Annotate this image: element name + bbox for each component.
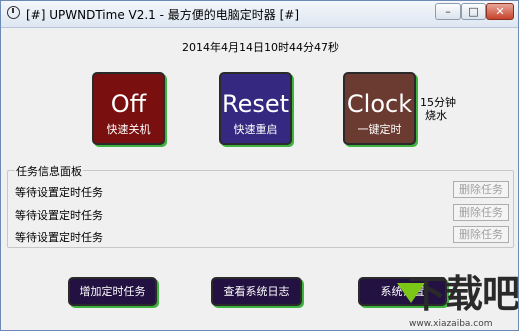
restart-sublabel: 快速重启 xyxy=(233,123,278,136)
quick-timer-sublabel: 一键定时 xyxy=(357,123,402,136)
minimize-button[interactable]: – xyxy=(435,3,461,20)
task-panel-title: 任务信息面板 xyxy=(15,163,83,179)
quick-timer-note: 15分钟 烧水 xyxy=(420,96,456,122)
restart-label: Reset xyxy=(221,90,290,118)
maximize-button[interactable]: □ xyxy=(461,3,486,20)
quick-timer-label: Clock xyxy=(346,90,413,118)
window-title: [#] UPWNDTime V2.1 - 最方便的电脑定时器 [#] xyxy=(26,8,300,22)
delete-task-button[interactable]: 删除任务 xyxy=(453,181,509,198)
quick-timer-task: 烧水 xyxy=(425,109,447,122)
task-status: 等待设置定时任务 xyxy=(15,231,103,244)
watermark: 下载吧 www.xiazaiba.com xyxy=(381,269,519,330)
watermark-logo: 下载吧 xyxy=(408,272,519,316)
view-system-log-button[interactable]: 查看系统日志 xyxy=(211,277,302,306)
add-timer-task-button[interactable]: 增加定时任务 xyxy=(68,277,157,306)
task-status: 等待设置定时任务 xyxy=(15,209,103,222)
delete-task-button[interactable]: 删除任务 xyxy=(453,226,509,243)
quick-timer-duration: 15分钟 xyxy=(420,96,456,109)
task-status: 等待设置定时任务 xyxy=(15,186,103,199)
watermark-url: www.xiazaiba.com xyxy=(409,319,493,329)
current-datetime: 2014年4月14日10时44分47秒 xyxy=(182,41,339,54)
title-bar[interactable]: [#] UPWNDTime V2.1 - 最方便的电脑定时器 [#] – □ ✕ xyxy=(1,1,518,28)
delete-task-button[interactable]: 删除任务 xyxy=(453,204,509,221)
shutdown-label: Off xyxy=(110,90,147,118)
clock-icon[interactable] xyxy=(7,6,20,19)
restart-button[interactable]: Reset 快速重启 xyxy=(219,72,292,145)
shutdown-sublabel: 快速关机 xyxy=(106,123,151,136)
close-button[interactable]: ✕ xyxy=(486,3,514,20)
quick-timer-button[interactable]: Clock 一键定时 xyxy=(343,72,416,145)
app-window: [#] UPWNDTime V2.1 - 最方便的电脑定时器 [#] – □ ✕… xyxy=(0,0,519,331)
shutdown-button[interactable]: Off 快速关机 xyxy=(92,72,165,145)
